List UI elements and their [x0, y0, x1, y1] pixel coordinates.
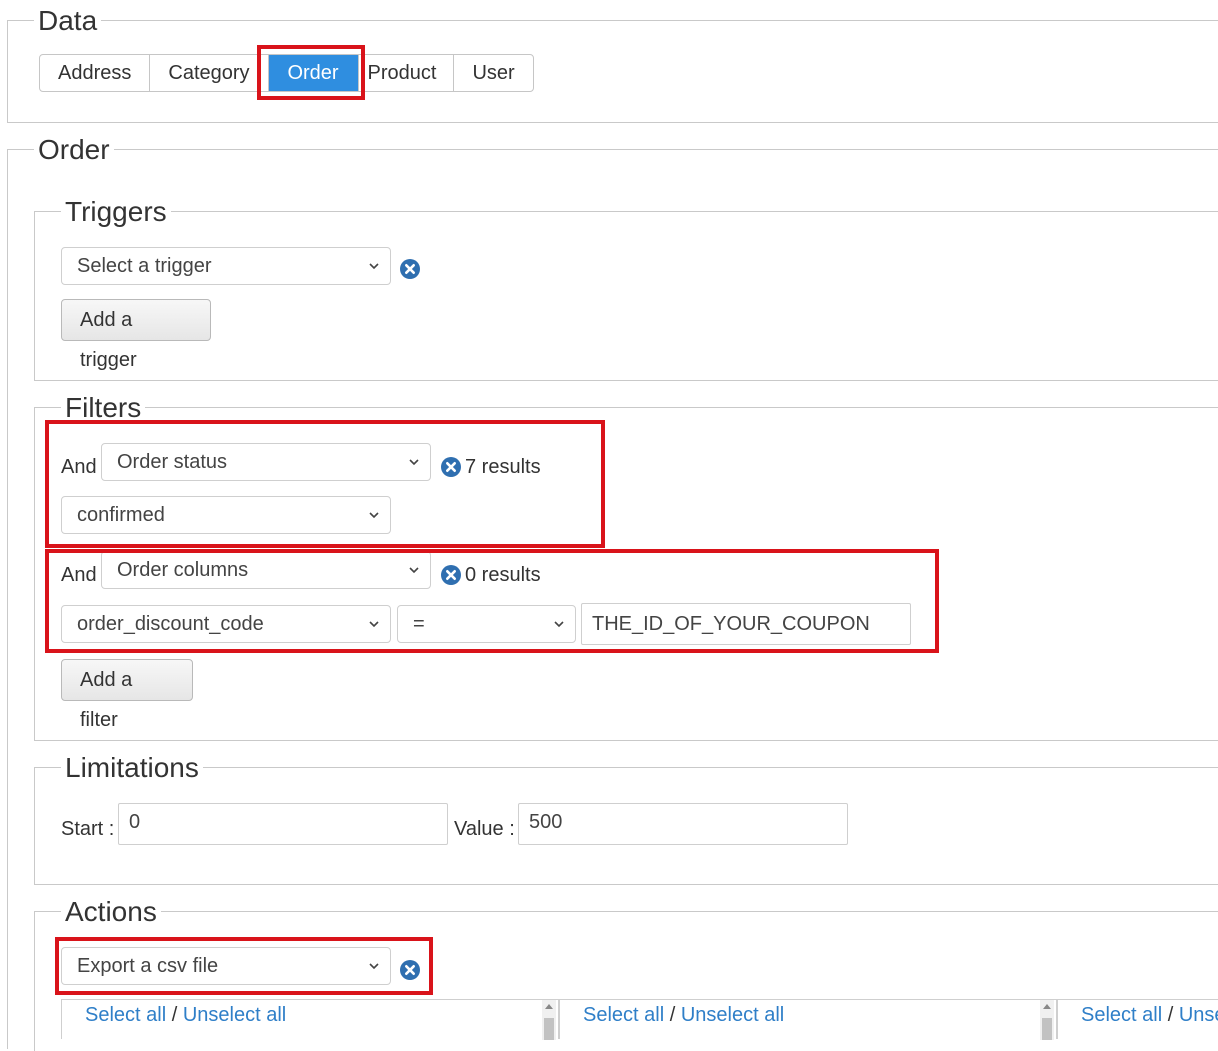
start-input[interactable]: 0: [118, 803, 448, 845]
add-trigger-button[interactable]: Add a trigger: [61, 299, 211, 371]
triggers-fieldset: [34, 211, 1218, 381]
triggers-legend: Triggers: [61, 197, 171, 227]
chevron-down-icon: [369, 512, 379, 519]
tab-category[interactable]: Category: [150, 55, 269, 91]
data-tabs: Address Category Order Product User: [39, 54, 534, 92]
order-legend: Order: [34, 135, 114, 165]
unselect-all-link[interactable]: Unselect all: [681, 1004, 784, 1026]
separator: /: [171, 1004, 178, 1026]
filter-1-type-select[interactable]: Order status: [101, 443, 431, 481]
actions-legend: Actions: [61, 897, 161, 927]
value-label: Value :: [454, 818, 515, 840]
filter-2-column-value: order_discount_code: [77, 613, 264, 635]
separator: /: [669, 1004, 676, 1026]
column-box-3: Select all / Unse: [1057, 999, 1218, 1039]
chevron-down-icon: [369, 621, 379, 628]
action-select[interactable]: Export a csv file: [61, 947, 391, 985]
chevron-down-icon: [409, 567, 419, 574]
filter-2-operator-value: =: [413, 613, 425, 635]
tab-order[interactable]: Order: [268, 55, 359, 91]
filter-2-operator-select[interactable]: =: [397, 605, 576, 643]
chevron-down-icon: [369, 963, 379, 970]
column-box-3-links: Select all / Unse: [1081, 1003, 1218, 1027]
action-select-value: Export a csv file: [77, 955, 219, 977]
filter-2-type-value: Order columns: [117, 559, 249, 581]
select-all-link[interactable]: Select all: [1081, 1004, 1162, 1026]
tab-user[interactable]: User: [454, 55, 532, 91]
filter-1-value: confirmed: [77, 504, 165, 526]
start-label: Start :: [61, 818, 115, 840]
filter-2-type-select[interactable]: Order columns: [101, 551, 431, 589]
column-box-1-links: Select all / Unselect all: [85, 1003, 286, 1027]
trigger-select-value: Select a trigger: [77, 255, 212, 277]
select-all-link[interactable]: Select all: [85, 1004, 166, 1026]
filter-1-value-select[interactable]: confirmed: [61, 496, 391, 534]
data-legend: Data: [34, 6, 102, 36]
remove-circle-icon[interactable]: [400, 960, 420, 980]
unselect-all-link[interactable]: Unselect all: [183, 1004, 286, 1026]
scrollbar[interactable]: [542, 1000, 556, 1040]
column-box-2: Select all / Unselect all: [559, 999, 1057, 1040]
tab-address[interactable]: Address: [40, 55, 151, 91]
filter-2-conj: And: [61, 564, 97, 586]
chevron-down-icon: [409, 459, 419, 466]
value-input[interactable]: 500: [518, 803, 848, 845]
filter-2-column-select[interactable]: order_discount_code: [61, 605, 391, 643]
filter-2-value-input[interactable]: THE_ID_OF_YOUR_COUPON: [581, 603, 911, 645]
limitations-legend: Limitations: [61, 753, 203, 783]
chevron-down-icon: [369, 263, 379, 270]
remove-circle-icon[interactable]: [441, 565, 461, 585]
chevron-down-icon: [554, 621, 564, 628]
separator: /: [1167, 1004, 1174, 1026]
column-box-1: Select all / Unselect all: [61, 999, 559, 1040]
filter-1-type-value: Order status: [117, 451, 228, 473]
remove-circle-icon[interactable]: [441, 457, 461, 477]
remove-circle-icon[interactable]: [400, 259, 420, 279]
filter-1-conj: And: [61, 456, 97, 478]
tab-product[interactable]: Product: [359, 55, 455, 91]
filter-2-results: 0 results: [465, 564, 541, 586]
select-all-link[interactable]: Select all: [583, 1004, 664, 1026]
filter-1-results: 7 results: [465, 456, 541, 478]
add-filter-button[interactable]: Add a filter: [61, 659, 193, 731]
trigger-select[interactable]: Select a trigger: [61, 247, 391, 285]
column-box-2-links: Select all / Unselect all: [583, 1003, 784, 1027]
unselect-all-link[interactable]: Unse: [1179, 1004, 1218, 1026]
filters-legend: Filters: [61, 393, 146, 423]
scrollbar[interactable]: [1040, 1000, 1054, 1040]
